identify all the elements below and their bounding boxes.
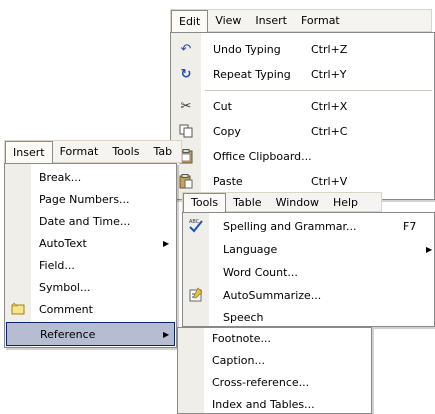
menu-item-repeat[interactable]: ↻ Repeat Typing Ctrl+Y bbox=[171, 62, 434, 86]
svg-text:ABC: ABC bbox=[189, 219, 200, 225]
shortcut-label: F7 bbox=[403, 219, 417, 233]
menu-item-label: Index and Tables... bbox=[212, 398, 315, 411]
submenu-arrow-icon: ▶ bbox=[163, 329, 170, 339]
menu-item-label: Repeat Typing bbox=[213, 67, 291, 81]
autosummarize-icon bbox=[188, 287, 204, 303]
menu-item-word-count[interactable]: Word Count... bbox=[183, 261, 434, 283]
menu-item-page-numbers[interactable]: Page Numbers... bbox=[5, 189, 176, 210]
insert-menubar: Insert Format Tools Tab bbox=[4, 140, 182, 163]
menubar-table[interactable]: Table bbox=[226, 193, 268, 211]
tools-menubar: Tools Table Window Help bbox=[182, 192, 382, 212]
menu-item-label: Page Numbers... bbox=[39, 193, 130, 206]
tools-menu: ABC Spelling and Grammar... F7 Language … bbox=[182, 212, 435, 327]
menu-item-label: Footnote... bbox=[212, 332, 271, 345]
insert-menu: Break... Page Numbers... Date and Time..… bbox=[4, 163, 177, 348]
menu-item-break[interactable]: Break... bbox=[5, 167, 176, 188]
menu-item-cross-reference[interactable]: Cross-reference... bbox=[178, 372, 371, 393]
menu-item-autosummarize[interactable]: AutoSummarize... bbox=[183, 284, 434, 306]
menubar-table[interactable]: Tab bbox=[146, 141, 179, 162]
menu-item-label: Caption... bbox=[212, 354, 265, 367]
menu-item-label: Paste bbox=[213, 174, 243, 188]
menubar-insert[interactable]: Insert bbox=[248, 10, 294, 31]
menu-item-paste[interactable]: Paste Ctrl+V bbox=[171, 169, 434, 193]
menu-item-label: Office Clipboard... bbox=[213, 149, 312, 163]
menu-item-label: Cross-reference... bbox=[212, 376, 310, 389]
submenu-arrow-icon: ▶ bbox=[426, 244, 433, 254]
shortcut-label: Ctrl+V bbox=[311, 174, 348, 188]
edit-menu: ↶ Undo Typing Ctrl+Z ↻ Repeat Typing Ctr… bbox=[170, 32, 435, 200]
shortcut-label: Ctrl+Y bbox=[311, 67, 347, 81]
menu-item-label: Reference bbox=[40, 327, 96, 341]
menubar-edit[interactable]: Edit bbox=[171, 9, 209, 32]
paste-icon bbox=[178, 173, 194, 189]
menu-item-label: Undo Typing bbox=[213, 42, 281, 56]
shortcut-label: Ctrl+Z bbox=[311, 42, 348, 56]
repeat-icon: ↻ bbox=[180, 66, 192, 82]
menubar-insert[interactable]: Insert bbox=[5, 140, 53, 163]
menu-item-label: Field... bbox=[39, 259, 75, 272]
menubar-window[interactable]: Window bbox=[269, 193, 326, 211]
menubar-view[interactable]: View bbox=[208, 10, 248, 31]
menu-item-index-tables[interactable]: Index and Tables... bbox=[178, 394, 371, 413]
menubar-tools[interactable]: Tools bbox=[183, 192, 227, 212]
menu-item-copy[interactable]: Copy Ctrl+C bbox=[171, 119, 434, 143]
menu-item-spelling[interactable]: ABC Spelling and Grammar... F7 bbox=[183, 215, 434, 237]
menu-item-label: Speech bbox=[223, 311, 264, 324]
menu-item-office-clipboard[interactable]: Office Clipboard... bbox=[171, 144, 434, 168]
menu-item-cut[interactable]: ✂ Cut Ctrl+X bbox=[171, 94, 434, 118]
menu-item-label: Break... bbox=[39, 171, 82, 184]
menubar-format[interactable]: Format bbox=[294, 10, 347, 31]
menu-item-autotext[interactable]: AutoText ▶ bbox=[5, 233, 176, 254]
menubar-help[interactable]: Help bbox=[326, 193, 365, 211]
menu-item-label: Comment bbox=[39, 303, 93, 316]
menu-item-field[interactable]: Field... bbox=[5, 255, 176, 276]
cut-icon: ✂ bbox=[180, 98, 192, 114]
copy-icon bbox=[178, 123, 194, 139]
menu-item-footnote[interactable]: Footnote... bbox=[178, 328, 371, 349]
menu-item-label: Spelling and Grammar... bbox=[223, 219, 357, 233]
menu-item-label: AutoText bbox=[39, 237, 87, 250]
menu-item-symbol[interactable]: Symbol... bbox=[5, 277, 176, 298]
menu-item-speech[interactable]: Speech bbox=[183, 307, 434, 326]
comment-icon bbox=[10, 301, 26, 317]
menu-separator bbox=[205, 90, 432, 91]
spelling-icon: ABC bbox=[188, 217, 204, 233]
menu-item-undo[interactable]: ↶ Undo Typing Ctrl+Z bbox=[171, 37, 434, 61]
submenu-arrow-icon: ▶ bbox=[163, 239, 170, 248]
menu-item-label: Cut bbox=[213, 99, 232, 113]
menu-item-caption[interactable]: Caption... bbox=[178, 350, 371, 371]
menu-item-label: AutoSummarize... bbox=[223, 288, 322, 302]
menu-item-label: Language bbox=[223, 242, 278, 256]
menu-item-date-time[interactable]: Date and Time... bbox=[5, 211, 176, 232]
menu-item-language[interactable]: Language ▶ bbox=[183, 238, 434, 260]
edit-menubar: Edit View Insert Format bbox=[170, 9, 432, 32]
menu-item-label: Symbol... bbox=[39, 281, 91, 294]
menubar-tools[interactable]: Tools bbox=[105, 141, 146, 162]
menu-item-label: Word Count... bbox=[223, 265, 298, 279]
shortcut-label: Ctrl+C bbox=[311, 124, 348, 138]
menu-item-reference[interactable]: Reference ▶ bbox=[6, 322, 175, 346]
menu-item-comment[interactable]: Comment bbox=[5, 299, 176, 320]
undo-icon: ↶ bbox=[180, 41, 192, 57]
shortcut-label: Ctrl+X bbox=[311, 99, 348, 113]
menu-item-label: Date and Time... bbox=[39, 215, 131, 228]
reference-submenu: Footnote... Caption... Cross-reference..… bbox=[177, 327, 372, 414]
menubar-format[interactable]: Format bbox=[53, 141, 106, 162]
menu-item-label: Copy bbox=[213, 124, 241, 138]
